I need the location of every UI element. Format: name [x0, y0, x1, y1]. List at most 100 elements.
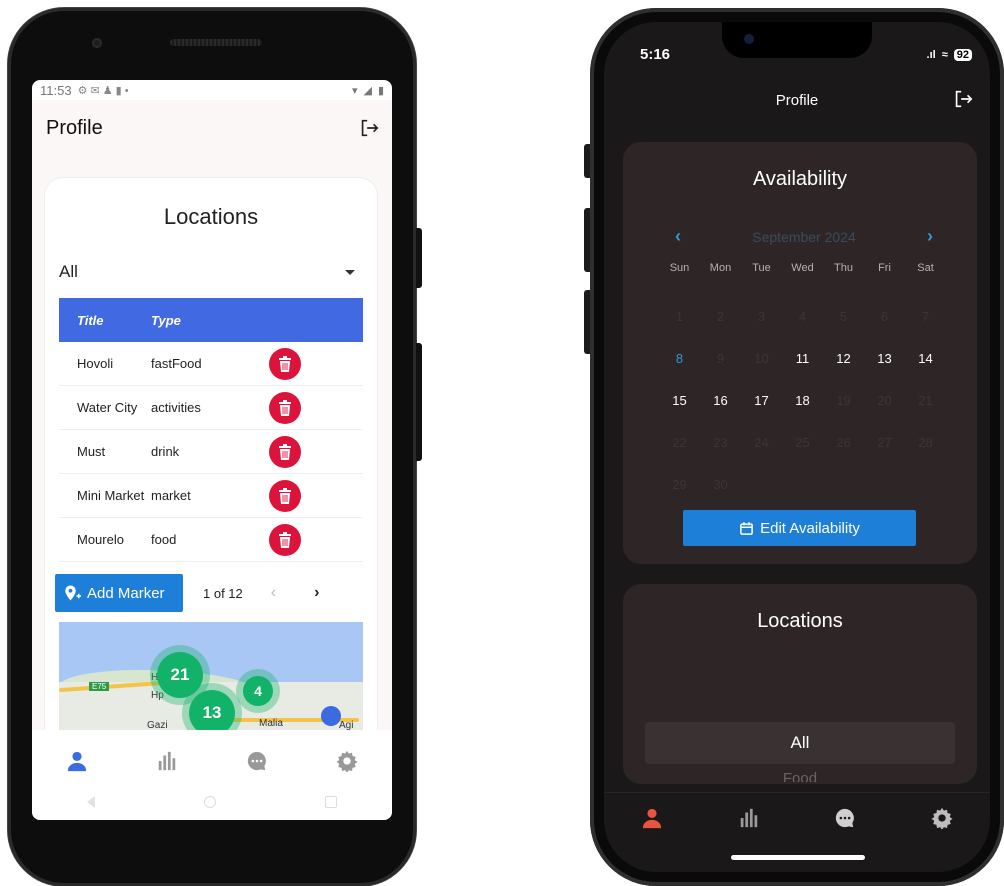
battery-level: 92 [953, 48, 972, 61]
notification-icons: ⚙ ✉ ♟ ▮ • [77, 84, 129, 97]
trash-icon [279, 531, 291, 548]
tab-chat[interactable] [832, 805, 858, 831]
calendar-edit-icon [740, 521, 753, 535]
delete-location-button[interactable] [269, 435, 301, 468]
tab-stats[interactable] [154, 748, 180, 774]
delete-location-button[interactable] [269, 479, 301, 512]
add-location-icon [65, 585, 81, 601]
calendar-day: 4 [798, 309, 807, 324]
road-shield: E75 [89, 682, 110, 691]
home-indicator[interactable] [731, 855, 865, 860]
map-label: Hp [151, 690, 164, 701]
calendar-day[interactable]: 11 [782, 338, 823, 380]
top-bar: Profile [32, 100, 392, 156]
previous-page-button[interactable]: ‹ [271, 584, 276, 602]
table-row[interactable]: Water City activities [59, 386, 363, 430]
calendar-day[interactable]: 18 [782, 380, 823, 422]
front-camera [92, 38, 102, 48]
logout-icon[interactable] [358, 117, 380, 139]
calendar-day[interactable]: 15 [659, 380, 700, 422]
picker-option-peek[interactable]: Food [623, 770, 977, 782]
previous-month-button[interactable]: ‹ [675, 226, 681, 247]
status-bar: 5:16 .ıl ≈ 92 [640, 46, 972, 63]
calendar-day: 22 [672, 435, 687, 450]
locations-card: Locations All Title Type Hovoli fastFood W… [45, 178, 377, 730]
cell-title: Hovoli [77, 356, 114, 371]
page-title: Profile [775, 92, 819, 109]
weekday-label: Tue [752, 262, 771, 274]
calendar-day: 1 [675, 309, 684, 324]
home-icon[interactable] [203, 796, 216, 808]
cell-type: drink [151, 444, 180, 459]
tab-settings[interactable] [334, 748, 360, 774]
locations-map[interactable]: E75 Gazi Malia Agi H Hp 21 13 4 [59, 622, 363, 730]
tab-chat[interactable] [244, 748, 270, 774]
recents-icon[interactable] [325, 796, 338, 808]
android-phone: 11:53 ⚙ ✉ ♟ ▮ • ▾ ◢ ▮ Profile Locations … [8, 8, 422, 886]
weekday-label: Sat [917, 262, 934, 274]
calendar-day: 24 [754, 435, 769, 450]
volume-up-button [584, 208, 590, 272]
calendar-day: 19 [836, 393, 851, 408]
locations-card: Locations All Food [623, 584, 977, 784]
map-cluster-marker[interactable]: 21 [157, 652, 203, 698]
cell-type: market [151, 488, 191, 503]
type-filter-select[interactable]: All [59, 252, 359, 292]
calendar-day: 3 [757, 309, 766, 324]
column-header-title: Title [77, 312, 104, 328]
edit-availability-button[interactable]: Edit Availability [683, 510, 916, 546]
android-screen: 11:53 ⚙ ✉ ♟ ▮ • ▾ ◢ ▮ Profile Locations … [32, 80, 392, 820]
type-filter-picker[interactable]: All [645, 722, 955, 764]
calendar-day: 7 [921, 309, 930, 324]
next-page-button[interactable]: › [314, 584, 319, 602]
chat-icon [247, 751, 266, 771]
calendar-day: 20 [877, 393, 892, 408]
status-time: 11:53 [40, 82, 72, 98]
next-month-button[interactable]: › [927, 226, 933, 247]
calendar-empty-cell [741, 464, 782, 506]
cell-title: Mini Market [77, 488, 145, 503]
power-button [416, 343, 422, 461]
iphone-screen: 5:16 .ıl ≈ 92 Profile Availability ‹ Sep… [604, 22, 990, 872]
iphone: 5:16 .ıl ≈ 92 Profile Availability ‹ Sep… [584, 8, 1004, 886]
calendar-day: 8 [675, 351, 684, 366]
calendar-day: 27 [877, 435, 892, 450]
signal-icon: ◢ [363, 84, 372, 97]
assistant-face-icon[interactable] [321, 706, 341, 726]
calendar-empty-cell [823, 464, 864, 506]
map-cluster-marker[interactable]: 4 [243, 676, 273, 706]
weekday-label: Fri [878, 262, 891, 274]
map-label: Malia [259, 718, 283, 729]
weekday-label: Sun [669, 262, 690, 274]
calendar-day[interactable]: 13 [864, 338, 905, 380]
tab-profile[interactable] [64, 748, 90, 774]
calendar-day[interactable]: 12 [823, 338, 864, 380]
back-icon[interactable] [86, 796, 95, 808]
map-label: Gazi [147, 720, 168, 730]
add-marker-button[interactable]: Add Marker [55, 574, 183, 612]
table-row[interactable]: Must drink [59, 430, 363, 474]
table-row[interactable]: Hovoli fastFood [59, 342, 363, 386]
signal-icon: .ıl [926, 48, 936, 61]
delete-location-button[interactable] [269, 523, 301, 556]
delete-location-button[interactable] [269, 391, 301, 424]
weekday-header: Sun Mon Tue Wed Thu Fri Sat [659, 262, 947, 274]
logout-icon[interactable] [952, 88, 974, 110]
calendar-day[interactable]: 17 [741, 380, 782, 422]
table-body: Hovoli fastFood Water City activities Must dr… [59, 342, 363, 562]
tab-profile[interactable] [639, 805, 665, 831]
calendar-day[interactable]: 16 [700, 380, 741, 422]
tab-stats[interactable] [736, 805, 762, 831]
trash-icon [279, 487, 291, 504]
tab-settings[interactable] [929, 805, 955, 831]
gear-icon [931, 807, 953, 829]
calendar-day[interactable]: 14 [905, 338, 946, 380]
status-icons: .ıl ≈ 92 [927, 46, 972, 63]
column-header-type: Type [151, 312, 181, 328]
person-icon [643, 808, 662, 828]
table-row[interactable]: Mourelo food [59, 518, 363, 562]
map-cluster-marker[interactable]: 13 [189, 690, 235, 730]
bar-chart-icon [158, 751, 176, 771]
table-row[interactable]: Mini Market market [59, 474, 363, 518]
delete-location-button[interactable] [269, 347, 301, 380]
